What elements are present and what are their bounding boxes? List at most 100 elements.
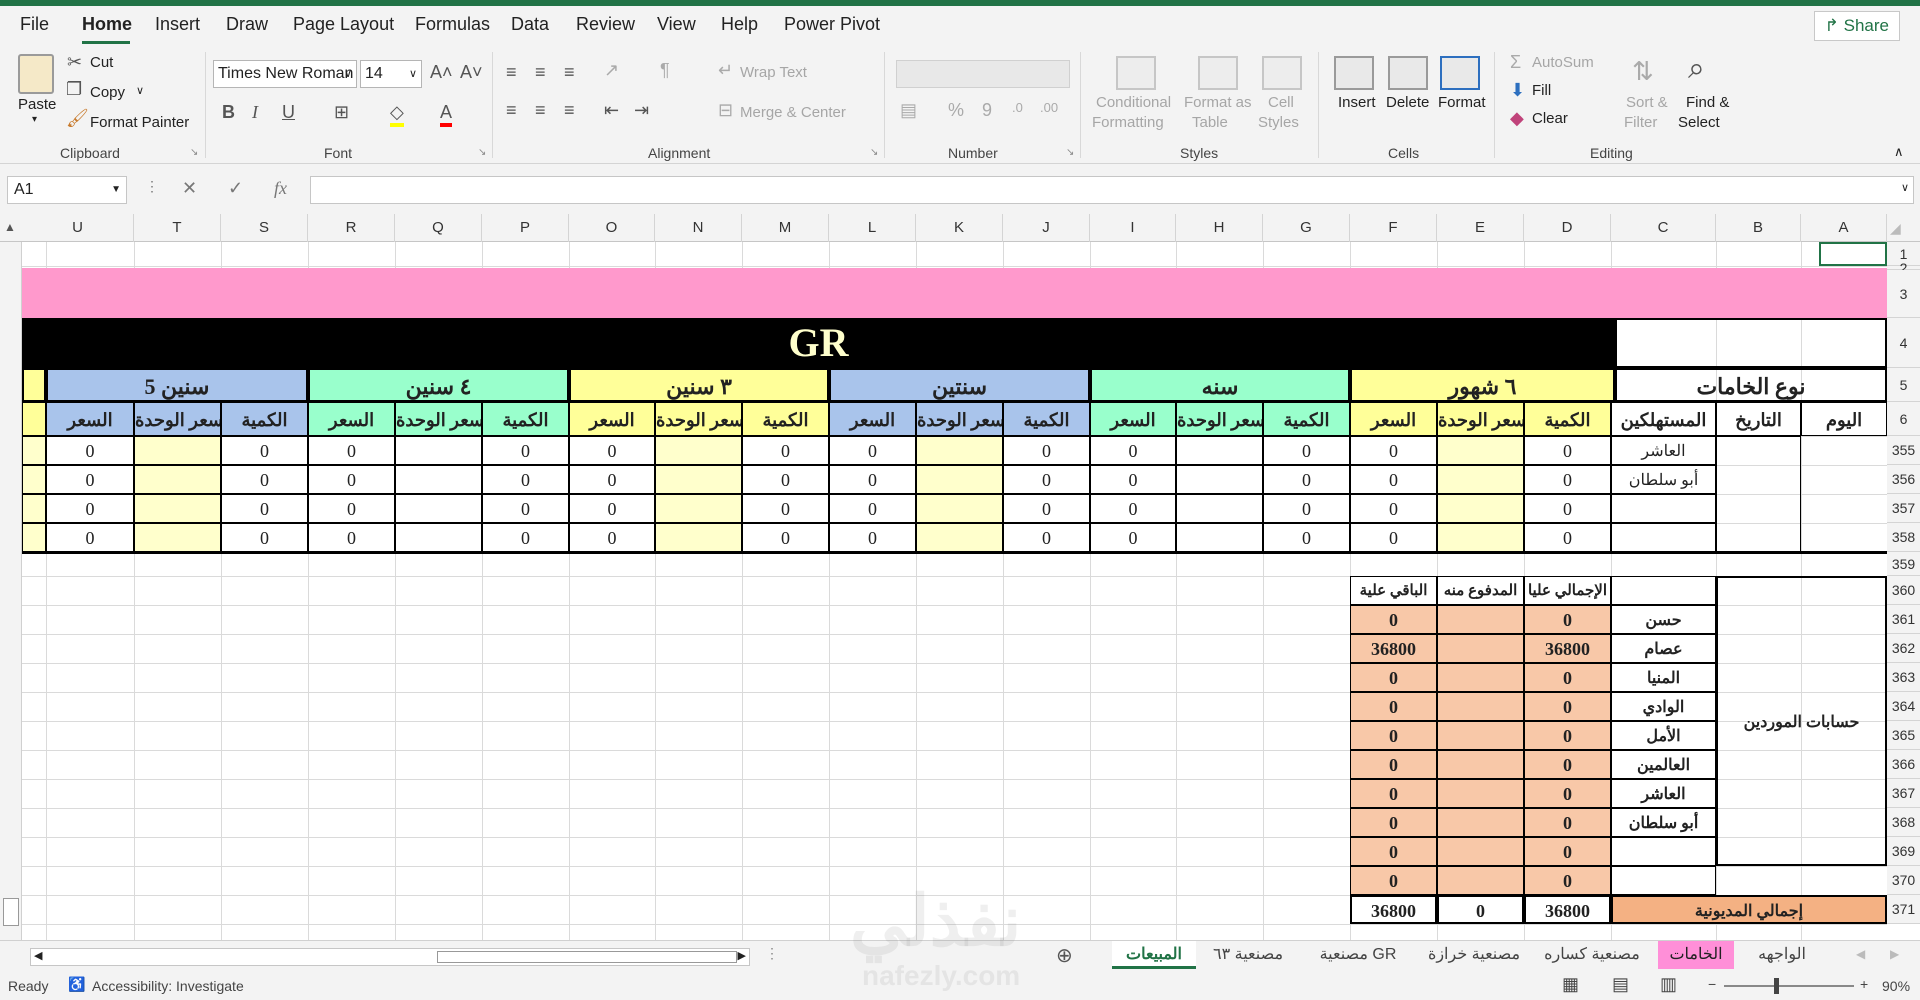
date-merged-cell[interactable]	[1716, 436, 1801, 552]
consumer-name-cell[interactable]	[1611, 494, 1716, 523]
data-cell-price[interactable]: 0	[1090, 494, 1176, 523]
data-cell-price[interactable]: 0	[308, 436, 395, 465]
sheet-tab-factory-63[interactable]: مصنعية ٦٣	[1200, 941, 1296, 969]
percent-icon[interactable]: %	[948, 100, 964, 121]
insert-function-icon[interactable]: fx	[274, 178, 287, 199]
supplier-paid-cell[interactable]	[1437, 605, 1524, 634]
data-cell-unit_price[interactable]	[134, 465, 221, 494]
decrease-font-icon[interactable]: A˅	[460, 62, 483, 83]
suppliers-header-remaining[interactable]: الباقي علية	[1350, 576, 1437, 605]
row-header-3[interactable]: 3	[1887, 270, 1920, 318]
data-cell-price[interactable]: 0	[829, 465, 916, 494]
column-header-P[interactable]: P	[482, 214, 569, 242]
font-launcher-icon[interactable]: ↘	[478, 147, 486, 158]
data-cell-unit_price[interactable]	[655, 465, 742, 494]
period-group-header[interactable]: سنه	[1090, 368, 1350, 402]
suppliers-header-total[interactable]: الإجمالي عليا	[1524, 576, 1611, 605]
row-header-366[interactable]: 366	[1887, 750, 1920, 779]
column-header-Q[interactable]: Q	[395, 214, 482, 242]
supplier-remaining-cell[interactable]: 36800	[1350, 634, 1437, 663]
data-cell-unit_price[interactable]	[395, 465, 482, 494]
data-cell-qty[interactable]: 0	[1524, 436, 1611, 465]
sub-header-qty[interactable]: الكمية	[742, 402, 829, 436]
suppliers-header-paid[interactable]: المدفوع منه	[1437, 576, 1524, 605]
row-header-357[interactable]: 357	[1887, 494, 1920, 523]
sub-header-price[interactable]: السعر	[829, 402, 916, 436]
data-cell-unit_price[interactable]	[1176, 436, 1263, 465]
enter-icon[interactable]: ✓	[228, 178, 243, 199]
data-cell-price[interactable]: 0	[46, 436, 134, 465]
sheet-tab-interface[interactable]: الواجهه	[1742, 941, 1822, 969]
data-cell-qty[interactable]: 0	[1263, 494, 1350, 523]
supplier-remaining-cell[interactable]: 0	[1350, 663, 1437, 692]
data-cell-unit_price[interactable]	[655, 436, 742, 465]
supplier-total-cell[interactable]: 0	[1524, 837, 1611, 866]
data-cell-price[interactable]: 0	[1350, 494, 1437, 523]
data-cell-price[interactable]: 0	[1090, 436, 1176, 465]
column-header-O[interactable]: O	[569, 214, 655, 242]
suppliers-header-blank[interactable]	[1611, 576, 1716, 605]
supplier-paid-cell[interactable]	[1437, 634, 1524, 663]
supplier-total-cell[interactable]: 0	[1524, 750, 1611, 779]
find-select-button[interactable]: Find &	[1686, 94, 1729, 111]
align-middle-icon[interactable]: ≡	[535, 62, 546, 83]
tab-options-icon[interactable]: ⋮	[765, 945, 779, 962]
column-header-E[interactable]: E	[1437, 214, 1524, 242]
column-header-S[interactable]: S	[221, 214, 308, 242]
supplier-total-cell[interactable]: 0	[1524, 692, 1611, 721]
format-as-table-button[interactable]: Format as	[1184, 94, 1252, 111]
data-cell-qty[interactable]: 0	[1003, 494, 1090, 523]
data-cell-unit_price[interactable]	[1176, 465, 1263, 494]
sub-header-unit_price[interactable]: سعر الوحدة	[134, 402, 221, 436]
sub-header-unit_price[interactable]: سعر الوحدة	[916, 402, 1003, 436]
data-cell-price[interactable]: 0	[829, 436, 916, 465]
data-cell-price[interactable]: 0	[1350, 436, 1437, 465]
increase-indent-icon[interactable]: ⇥	[634, 100, 649, 121]
debt-paid-cell[interactable]: 0	[1437, 895, 1524, 924]
data-cell-qty[interactable]: 0	[742, 523, 829, 552]
supplier-name-cell[interactable]: العالمين	[1611, 750, 1716, 779]
copy-dropdown-icon[interactable]: ∨	[136, 84, 144, 97]
zoom-out-icon[interactable]: −	[1708, 976, 1716, 992]
wrap-text-button[interactable]: Wrap Text	[740, 64, 807, 81]
column-header-A[interactable]: A	[1801, 214, 1887, 242]
supplier-name-cell[interactable]	[1611, 837, 1716, 866]
supplier-total-cell[interactable]: 36800	[1524, 634, 1611, 663]
data-cell-qty[interactable]: 0	[221, 523, 308, 552]
sub-header-price[interactable]: السعر	[1090, 402, 1176, 436]
data-cell-qty[interactable]: 0	[221, 494, 308, 523]
data-cell-price[interactable]: 0	[46, 523, 134, 552]
row-header-359[interactable]: 359	[1887, 552, 1920, 576]
supplier-name-cell[interactable]: الوادي	[1611, 692, 1716, 721]
supplier-name-cell[interactable]: حسن	[1611, 605, 1716, 634]
sheet-tab-factory-gr[interactable]: مصنعية GR	[1302, 941, 1414, 969]
data-cell-qty[interactable]: 0	[1263, 523, 1350, 552]
menu-power-pivot[interactable]: Power Pivot	[784, 14, 880, 35]
data-cell-qty[interactable]: 0	[1263, 436, 1350, 465]
format-painter-button[interactable]: Format Painter	[90, 114, 189, 131]
align-left-icon[interactable]: ≡	[506, 100, 517, 121]
data-cell-qty[interactable]: 0	[1524, 494, 1611, 523]
data-cell-qty[interactable]: 0	[1524, 465, 1611, 494]
data-cell-qty[interactable]: 0	[482, 465, 569, 494]
data-cell-unit_price[interactable]	[916, 436, 1003, 465]
data-cell-unit_price[interactable]	[1176, 523, 1263, 552]
supplier-remaining-cell[interactable]: 0	[1350, 837, 1437, 866]
align-top-icon[interactable]: ≡	[506, 62, 517, 83]
column-header-J[interactable]: J	[1003, 214, 1090, 242]
supplier-paid-cell[interactable]	[1437, 663, 1524, 692]
debt-total-label[interactable]: إجمالي المديونية	[1611, 895, 1887, 924]
sheet-tab-factory-kasara[interactable]: مصنعية كساره	[1534, 941, 1650, 969]
add-sheet-icon[interactable]: ⊕	[1056, 943, 1073, 968]
menu-data[interactable]: Data	[511, 14, 549, 35]
data-edge-cell[interactable]	[22, 523, 46, 552]
supplier-paid-cell[interactable]	[1437, 808, 1524, 837]
data-cell-price[interactable]: 0	[569, 494, 655, 523]
row-header-361[interactable]: 361	[1887, 605, 1920, 634]
period-group-header[interactable]: ٣ سنين	[569, 368, 829, 402]
select-all-icon[interactable]: ◢	[1890, 220, 1901, 237]
data-cell-price[interactable]: 0	[46, 494, 134, 523]
scroll-right-arrow-icon[interactable]: ▶	[738, 949, 746, 962]
consumer-name-cell[interactable]: أبو سلطان	[1611, 465, 1716, 494]
menu-help[interactable]: Help	[721, 14, 758, 35]
